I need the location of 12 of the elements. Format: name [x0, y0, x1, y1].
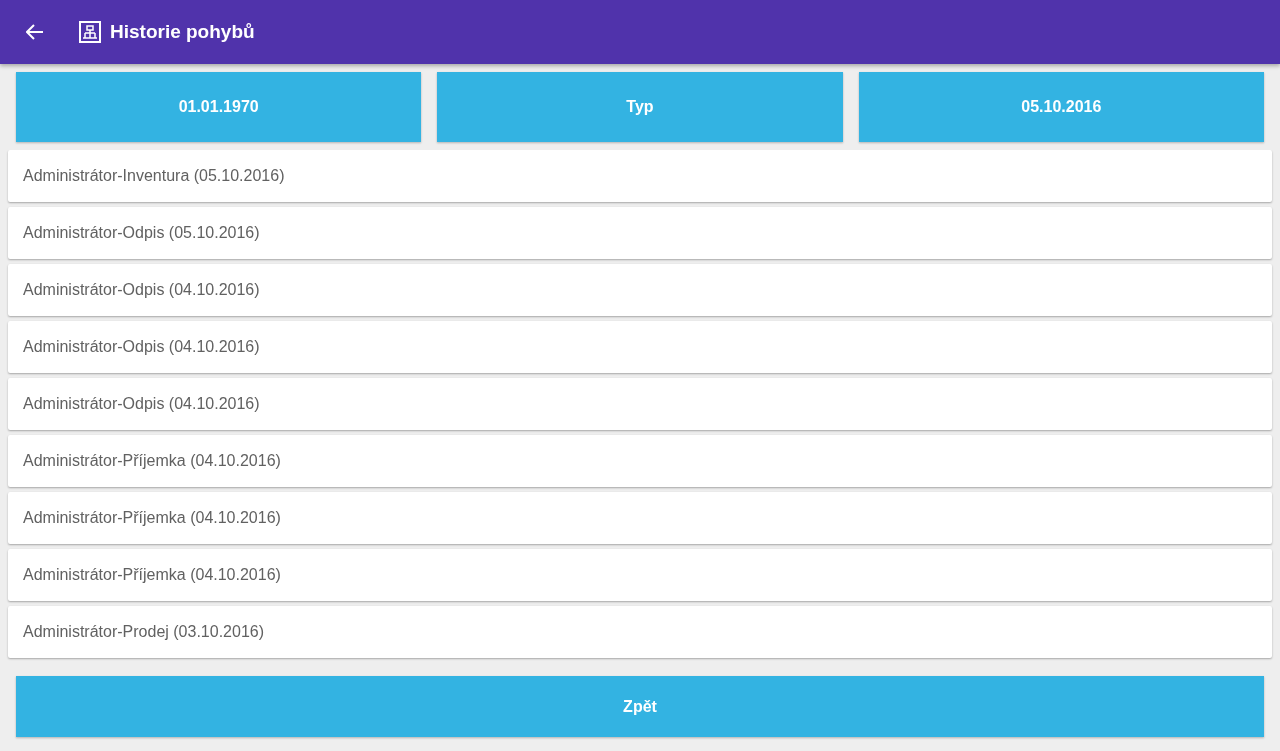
back-arrow-icon[interactable] [26, 24, 44, 40]
movement-item[interactable]: Administrátor-Prodej (03.10.2016) [8, 606, 1272, 658]
movement-item[interactable]: Administrátor-Odpis (04.10.2016) [8, 378, 1272, 430]
movement-item[interactable]: Administrátor-Příjemka (04.10.2016) [8, 492, 1272, 544]
movement-item[interactable]: Administrátor-Příjemka (04.10.2016) [8, 435, 1272, 487]
movement-item[interactable]: Administrátor-Odpis (04.10.2016) [8, 321, 1272, 373]
movement-item[interactable]: Administrátor-Inventura (05.10.2016) [8, 150, 1272, 202]
movement-item[interactable]: Administrátor-Příjemka (04.10.2016) [8, 549, 1272, 601]
movement-item[interactable]: Administrátor-Odpis (04.10.2016) [8, 264, 1272, 316]
hierarchy-icon [79, 21, 101, 43]
screen-title: Historie pohybů [110, 21, 255, 43]
movement-item[interactable]: Administrátor-Odpis (05.10.2016) [8, 207, 1272, 259]
